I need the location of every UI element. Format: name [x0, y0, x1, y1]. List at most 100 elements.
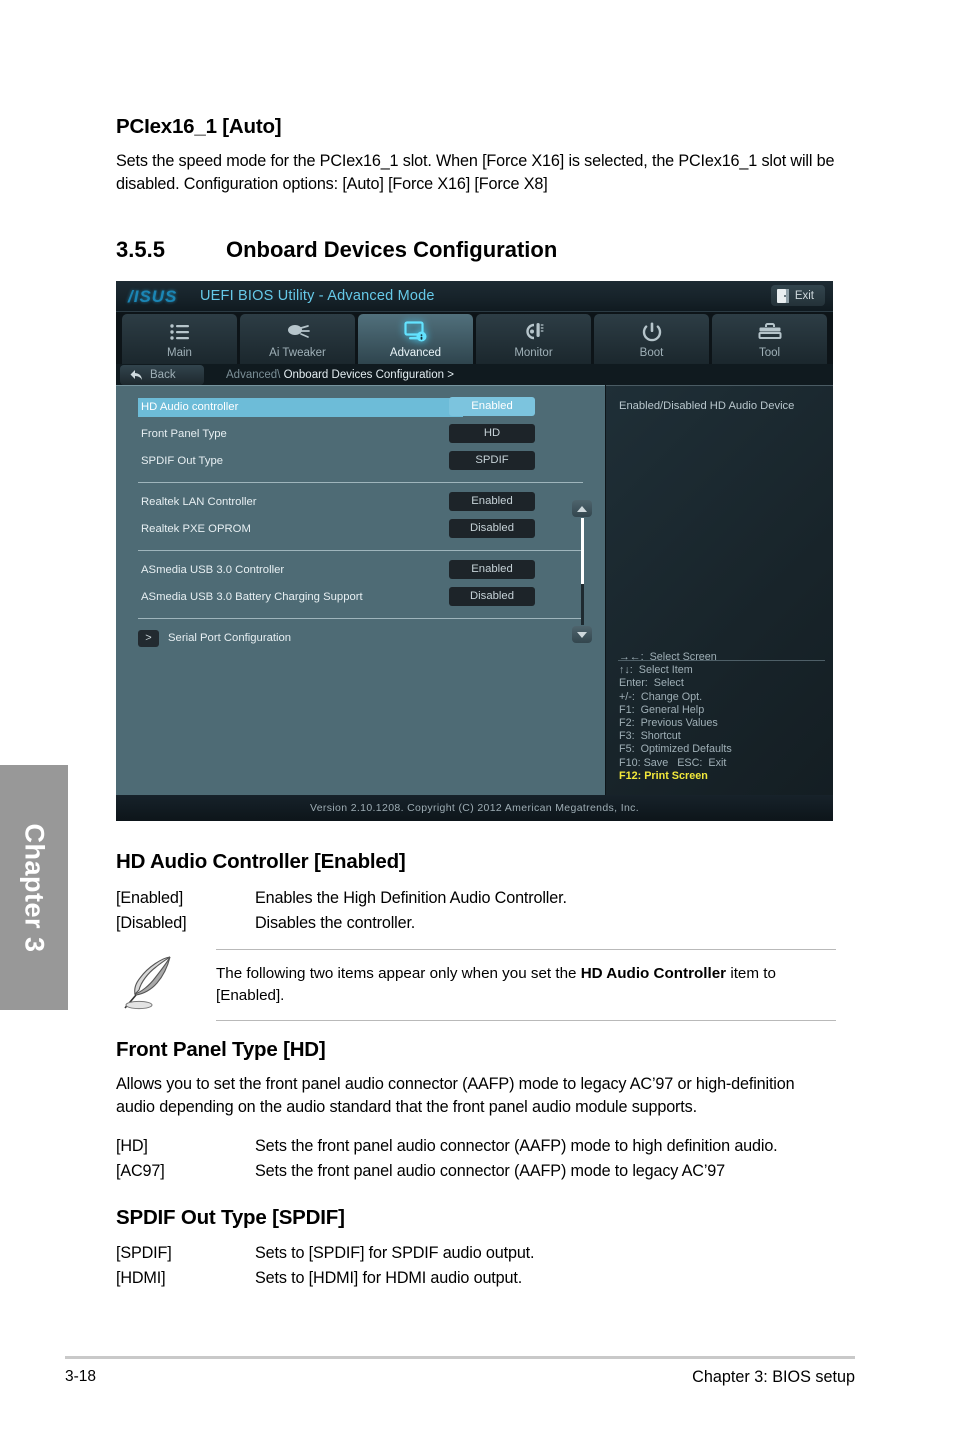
setting-value[interactable]: HD [449, 424, 535, 443]
asus-logo: /ISUS [128, 287, 178, 306]
key-legend-line: →←: Select Screen [619, 650, 717, 663]
setting-row-asmedia-usb3-controller[interactable]: ASmedia USB 3.0 Controller Enabled [116, 557, 605, 584]
option-key: [Enabled] [116, 889, 184, 907]
section-3-5-5-heading: 3.5.5 Onboard Devices Configuration [116, 237, 836, 263]
hd-audio-heading: HD Audio Controller [Enabled] [116, 850, 406, 873]
spdif-heading: SPDIF Out Type [SPDIF] [116, 1206, 345, 1229]
option-row: [Disabled] Disables the controller. [116, 911, 836, 936]
bios-utility-title: UEFI BIOS Utility - Advanced Mode [200, 288, 435, 304]
option-key: [SPDIF] [116, 1244, 172, 1262]
option-key: [HD] [116, 1137, 148, 1155]
group-divider [138, 482, 583, 483]
power-icon [642, 320, 662, 344]
toolbox-icon [758, 320, 782, 344]
page-number: 3-18 [65, 1368, 97, 1385]
exit-door-icon [776, 288, 789, 303]
advanced-monitor-icon [403, 320, 428, 344]
setting-row-realtek-pxe-oprom[interactable]: Realtek PXE OPROM Disabled [116, 516, 605, 543]
breadcrumb: Advanced\ Onboard Devices Configuration … [226, 369, 454, 381]
breadcrumb-parent[interactable]: Advanced\ [226, 369, 280, 381]
breadcrumb-bar: Back Advanced\ Onboard Devices Configura… [116, 364, 833, 385]
front-panel-body: Allows you to set the front panel audio … [116, 1075, 795, 1116]
tab-boot[interactable]: Boot [594, 314, 709, 364]
footer-rule [65, 1356, 855, 1359]
tab-advanced-label: Advanced [389, 347, 442, 359]
setting-value[interactable]: Enabled [449, 492, 535, 511]
chapter-tab: Chapter 3 [0, 765, 68, 1010]
breadcrumb-arrow: > [447, 368, 454, 381]
thermometer-icon [523, 320, 545, 344]
scroll-down-button[interactable] [572, 626, 592, 643]
setting-label: ASmedia USB 3.0 Battery Charging Support [141, 591, 363, 603]
key-legend-line: F5: Optimized Defaults [619, 743, 732, 756]
exit-button[interactable]: Exit [770, 285, 825, 306]
bios-version-footer: Version 2.10.1208. Copyright (C) 2012 Am… [116, 795, 833, 821]
setting-label: Realtek LAN Controller [141, 496, 257, 508]
note-text-pre: The following two items appear only when… [216, 965, 581, 982]
setting-value[interactable]: Disabled [449, 587, 535, 606]
tab-ai-tweaker[interactable]: Ai Tweaker [240, 314, 355, 364]
tab-monitor-label: Monitor [514, 347, 553, 359]
tab-main-label: Main [167, 347, 192, 359]
tab-main[interactable]: Main [122, 314, 237, 364]
section-number: 3.5.5 [116, 237, 165, 262]
option-row: [SPDIF] Sets to [SPDIF] for SPDIF audio … [116, 1241, 836, 1266]
setting-row-asmedia-usb3-battery-charging[interactable]: ASmedia USB 3.0 Battery Charging Support… [116, 584, 605, 611]
key-legend-line: +/-: Change Opt. [619, 690, 703, 703]
setting-label: ASmedia USB 3.0 Controller [141, 564, 285, 576]
scroll-up-button[interactable] [572, 500, 592, 517]
key-legend-line: F10: Save ESC: Exit [619, 756, 727, 769]
triangle-up-icon [577, 505, 587, 512]
bios-screenshot: /ISUS UEFI BIOS Utility - Advanced Mode … [116, 281, 833, 821]
note-box: The following two items appear only when… [116, 949, 836, 1021]
settings-group-1: HD Audio controller Enabled Front Panel … [116, 394, 605, 651]
option-row: [AC97] Sets the front panel audio connec… [116, 1159, 836, 1184]
setting-row-hd-audio-controller[interactable]: HD Audio controller Enabled [116, 394, 605, 421]
submenu-arrow-icon: > [138, 629, 159, 647]
bios-settings-panel: HD Audio controller Enabled Front Panel … [116, 385, 605, 795]
help-description: Enabled/Disabled HD Audio Device [619, 400, 795, 412]
setting-label: Realtek PXE OPROM [141, 523, 251, 535]
pciex16-body: Sets the speed mode for the PCIex16_1 sl… [116, 152, 835, 193]
setting-value[interactable]: SPDIF [449, 451, 535, 470]
footer-chapter-label: Chapter 3: BIOS setup [692, 1368, 855, 1386]
list-icon [169, 320, 190, 344]
section-hd-audio-controller: HD Audio Controller [Enabled] [Enabled] … [116, 850, 836, 1021]
section-pciex16: PCIex16_1 [Auto] Sets the speed mode for… [116, 115, 836, 196]
submenu-serial-port-configuration[interactable]: > Serial Port Configuration [116, 625, 605, 651]
key-legend-line: F2: Previous Values [619, 716, 718, 729]
key-legend-line: F3: Shortcut [619, 730, 681, 743]
setting-value[interactable]: Enabled [449, 560, 535, 579]
setting-label: SPDIF Out Type [141, 455, 224, 467]
option-desc: Sets to [SPDIF] for SPDIF audio output. [255, 1244, 535, 1262]
setting-row-realtek-lan-controller[interactable]: Realtek LAN Controller Enabled [116, 489, 605, 516]
scrollbar-track[interactable] [581, 518, 584, 625]
bios-help-pane: Enabled/Disabled HD Audio Device →←: Sel… [606, 385, 833, 795]
option-desc: Sets to [HDMI] for HDMI audio output. [255, 1269, 523, 1287]
front-panel-heading: Front Panel Type [HD] [116, 1038, 326, 1061]
scrollbar-thumb[interactable] [581, 518, 584, 585]
option-row: [HD] Sets the front panel audio connecto… [116, 1134, 836, 1159]
bios-titlebar: /ISUS UEFI BIOS Utility - Advanced Mode … [116, 281, 833, 312]
section-title: Onboard Devices Configuration [226, 237, 558, 262]
pciex16-heading: PCIex16_1 [Auto] [116, 115, 282, 138]
option-desc: Enables the High Definition Audio Contro… [255, 889, 567, 907]
tab-advanced[interactable]: Advanced [358, 314, 473, 364]
back-button[interactable]: Back [120, 364, 204, 385]
setting-value[interactable]: Enabled [449, 397, 535, 416]
section-front-panel-type: Front Panel Type [HD] Allows you to set … [116, 1038, 836, 1184]
settings-scrollbar[interactable] [572, 500, 592, 643]
note-text-bold: HD Audio Controller [580, 965, 727, 982]
tab-monitor[interactable]: Monitor [476, 314, 591, 364]
setting-label: HD Audio controller [138, 398, 463, 417]
tab-tool[interactable]: Tool [712, 314, 827, 364]
setting-row-front-panel-type[interactable]: Front Panel Type HD [116, 421, 605, 448]
back-button-label: Back [150, 368, 176, 381]
option-key: [HDMI] [116, 1269, 166, 1287]
tweaker-icon [286, 320, 310, 344]
option-desc: Sets the front panel audio connector (AA… [255, 1162, 726, 1180]
triangle-down-icon [577, 631, 587, 638]
setting-value[interactable]: Disabled [449, 519, 535, 538]
key-legend: →←: Select Screen ↑↓: Select Item Enter:… [619, 651, 825, 783]
setting-row-spdif-out-type[interactable]: SPDIF Out Type SPDIF [116, 448, 605, 475]
